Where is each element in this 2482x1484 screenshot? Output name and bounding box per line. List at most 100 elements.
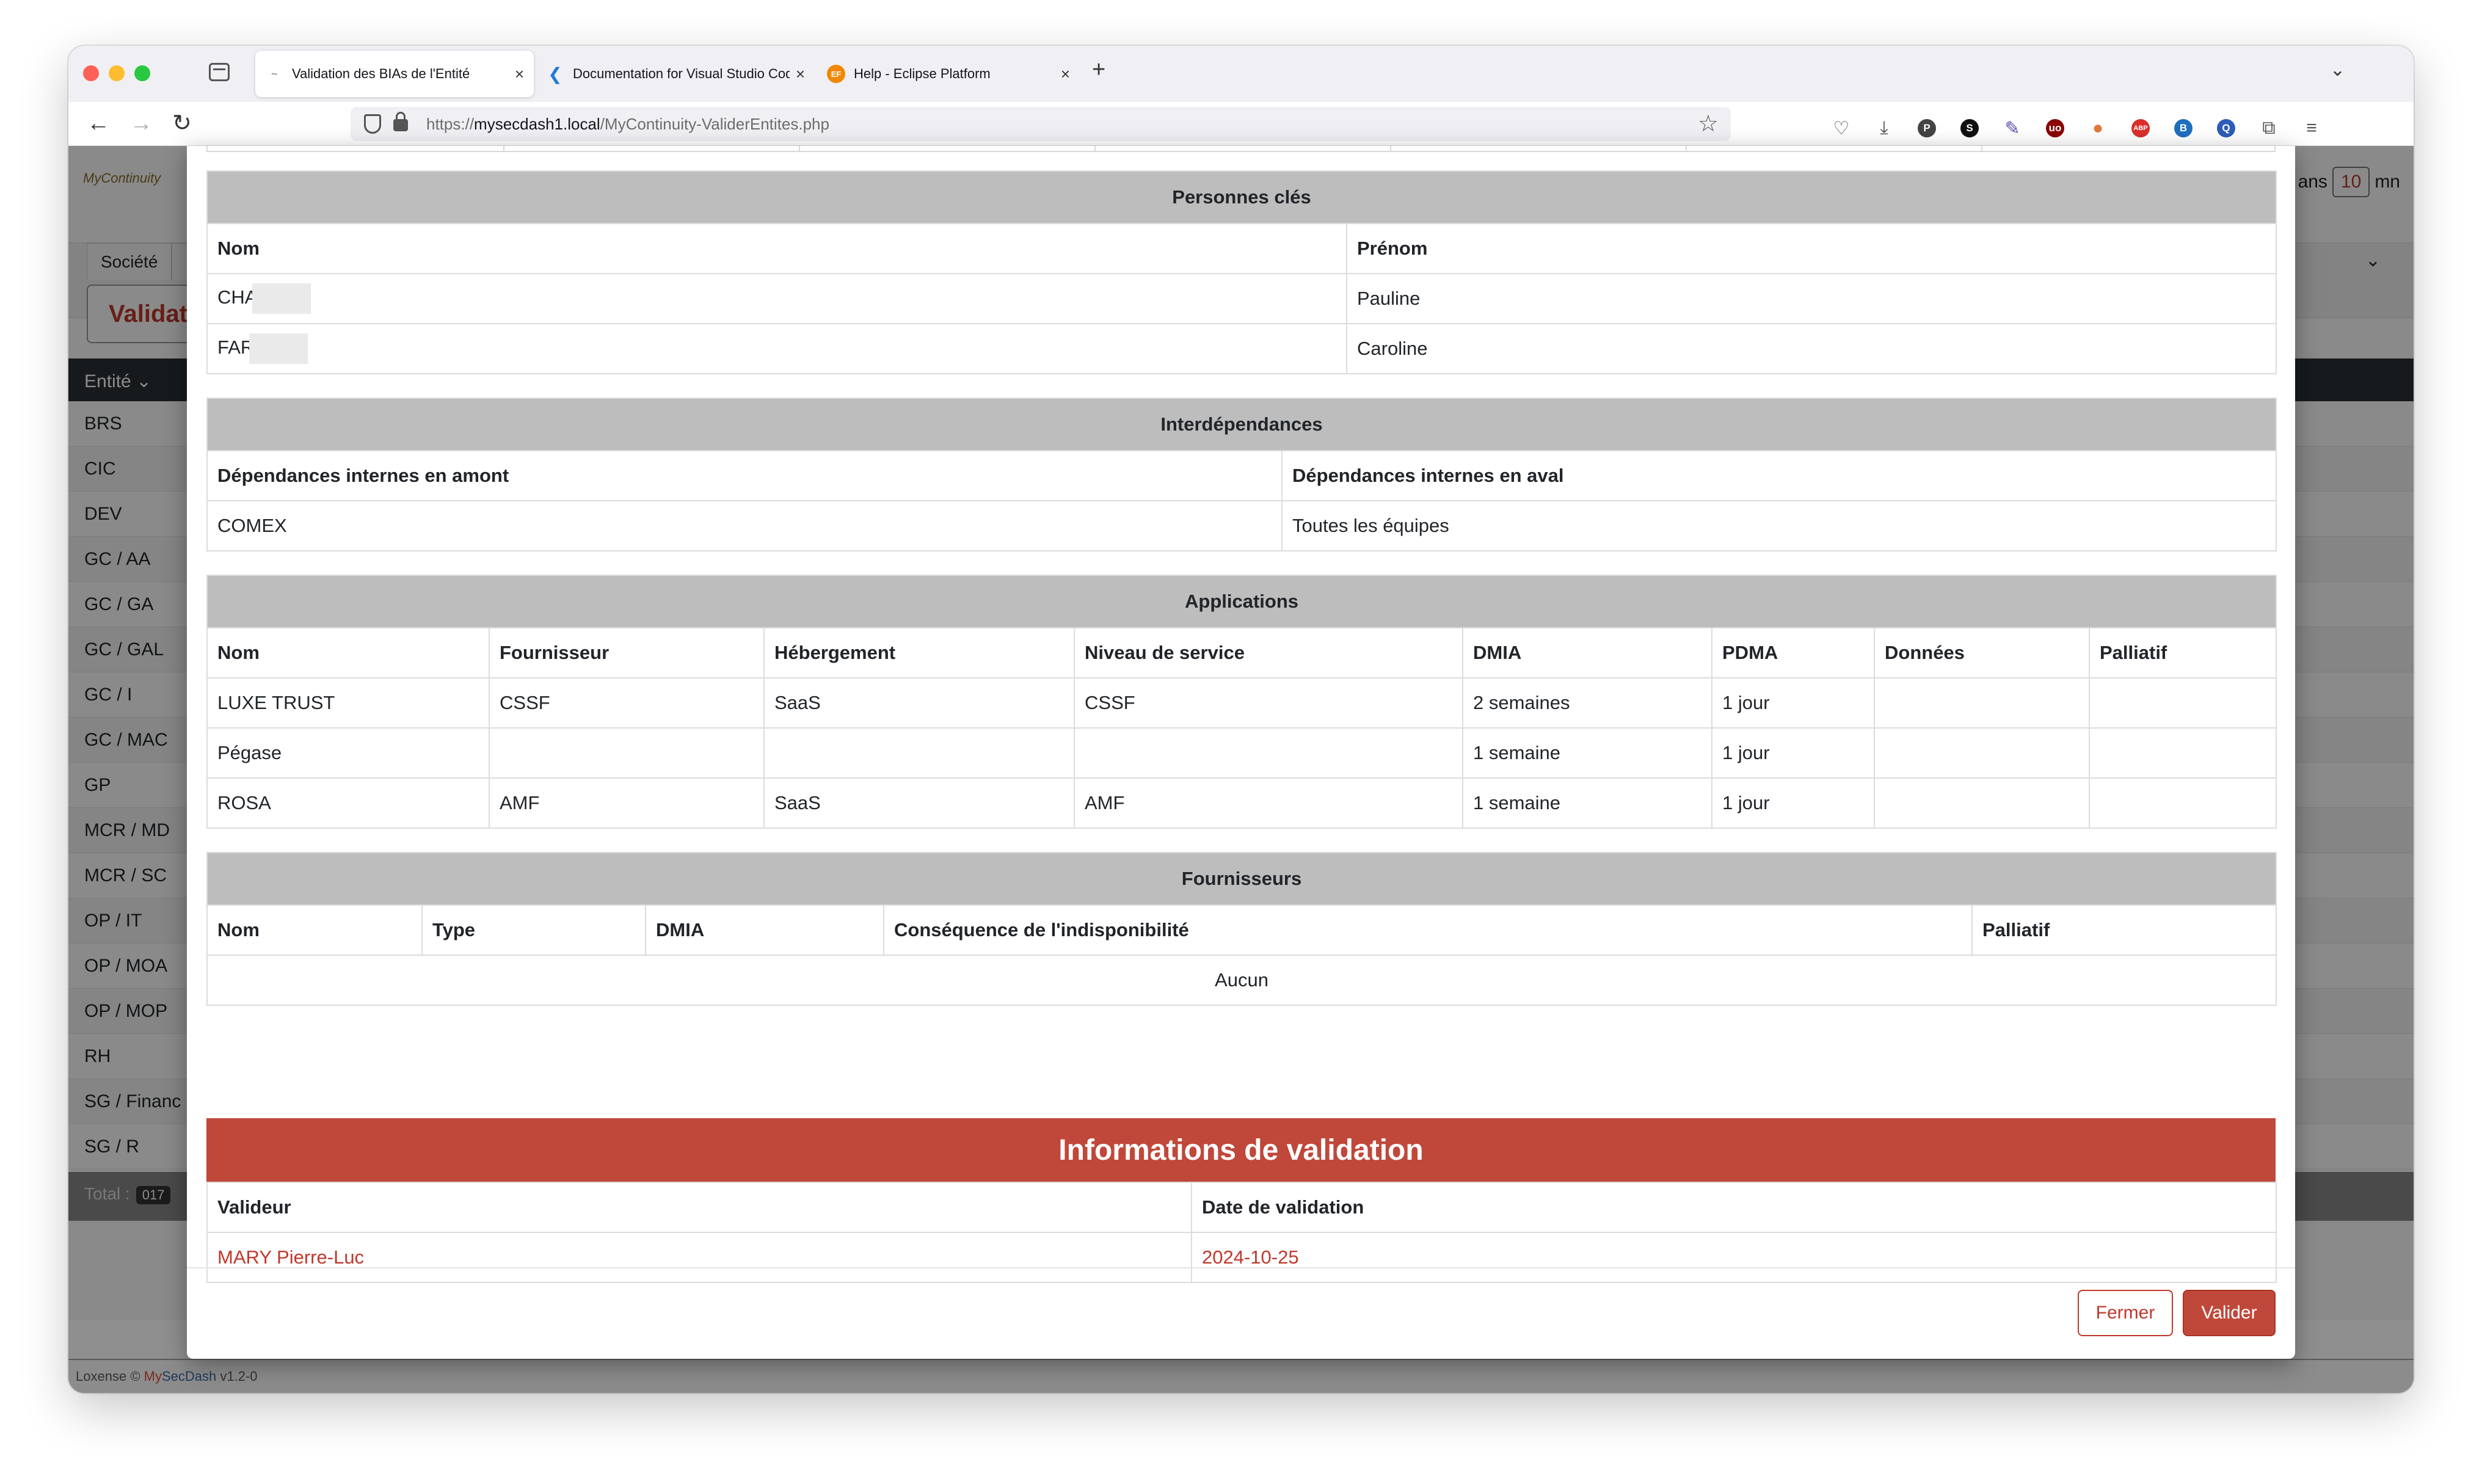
new-tab-plus-icon[interactable]: + <box>1092 57 1105 83</box>
redacted-block <box>252 283 311 314</box>
tracking-protection-shield-icon[interactable] <box>364 114 381 134</box>
column-header: Valideur <box>206 1182 1192 1233</box>
url-path: /MyContinuity-ValiderEntites.php <box>600 115 829 133</box>
table-cell <box>2088 677 2277 729</box>
table-cell <box>489 727 765 779</box>
eclipse-favicon-icon: EF <box>827 65 845 83</box>
table-cell: AMF <box>489 777 765 829</box>
tab-label: Validation des BIAs de l'Entité <box>292 66 470 81</box>
column-header: Nom <box>206 627 490 678</box>
column-header: Hébergement <box>763 627 1075 678</box>
navigation-bar: ← → ↻ https://mysecdash1.local/MyContinu… <box>68 102 2414 146</box>
column-header: PDMA <box>1711 627 1875 678</box>
table-cell: 1 semaine <box>1462 727 1712 779</box>
validate-button[interactable]: Valider <box>2183 1290 2276 1336</box>
ublock-icon[interactable]: uo <box>2046 119 2064 137</box>
table-cell: 1 jour <box>1711 677 1875 729</box>
footer-version: v1.2-0 <box>220 1369 258 1384</box>
url-scheme: https:// <box>426 115 475 133</box>
tab-close-icon[interactable]: × <box>1061 65 1070 84</box>
key-people-table: Personnes clés Nom Prénom CHA Pauline FA… <box>206 170 2277 374</box>
table-cell: CSSF <box>489 677 765 729</box>
pocket-icon[interactable]: ♡ <box>1832 118 1851 139</box>
table-cell: LUXE TRUST <box>206 677 490 729</box>
download-icon[interactable]: ⤓ <box>1875 118 1893 138</box>
puzzle-extensions-icon[interactable]: ⧉ <box>2260 118 2278 138</box>
eyedropper-icon[interactable]: ✎ <box>2003 118 2022 139</box>
list-all-tabs-chevron-icon[interactable]: ⌄ <box>2330 59 2345 81</box>
column-header: Fournisseur <box>489 627 765 678</box>
lock-icon[interactable] <box>393 112 408 131</box>
footer-product-secdash: SecDash <box>161 1369 217 1384</box>
table-cell: FAR <box>206 323 1347 374</box>
vscode-favicon-icon: ❮ <box>548 64 562 84</box>
window-minimize-button[interactable] <box>109 65 125 81</box>
adblock-plus-icon[interactable]: ABP <box>2131 119 2150 137</box>
window-zoom-button[interactable] <box>134 65 150 81</box>
footer-product-my: My <box>144 1369 162 1384</box>
tab-vscode-docs[interactable]: ❮ Documentation for Visual Studio Code × <box>536 51 815 97</box>
previous-table-bottom-edge <box>206 146 2276 152</box>
table-cell <box>1074 727 1463 779</box>
table-cell: CHA <box>206 273 1347 324</box>
tab-overview-icon[interactable] <box>209 63 230 81</box>
tab-strip: ~ Validation des BIAs de l'Entité × ❮ Do… <box>68 46 2414 102</box>
validation-info-title: Informations de validation <box>206 1118 2276 1182</box>
q-extension-icon[interactable]: Q <box>2217 119 2235 137</box>
table-cell: AMF <box>1074 777 1463 829</box>
modal-body[interactable]: Personnes clés Nom Prénom CHA Pauline FA… <box>187 146 2295 1283</box>
bookmark-star-icon[interactable]: ☆ <box>1698 111 1719 137</box>
close-button[interactable]: Fermer <box>2078 1290 2173 1336</box>
column-header: Dépendances internes en amont <box>206 450 1283 501</box>
page-footer: Loxense © MySecDash v1.2-0 <box>68 1359 2414 1393</box>
column-header: Conséquence de l'indisponibilité <box>883 904 1973 956</box>
table-cell: SaaS <box>763 677 1075 729</box>
address-bar[interactable]: https://mysecdash1.local/MyContinuity-Va… <box>351 107 1731 141</box>
footer-company: Loxense <box>76 1369 127 1384</box>
window-close-button[interactable] <box>83 65 99 81</box>
tab-validation-bias[interactable]: ~ Validation des BIAs de l'Entité × <box>255 51 534 97</box>
table-cell <box>2088 727 2277 779</box>
column-header: Niveau de service <box>1074 627 1463 678</box>
column-header: Prénom <box>1346 223 2277 274</box>
column-header: DMIA <box>1462 627 1712 678</box>
interdependencies-table: Interdépendances Dépendances internes en… <box>206 398 2277 551</box>
table-cell <box>763 727 1075 779</box>
redacted-block <box>249 333 308 364</box>
tab-close-icon[interactable]: × <box>515 65 524 84</box>
interdependencies-title: Interdépendances <box>206 398 2277 451</box>
url-text[interactable]: https://mysecdash1.local/MyContinuity-Va… <box>426 114 829 134</box>
applications-table: Applications Nom Fournisseur Hébergement Ni… <box>206 575 2277 829</box>
table-row: LUXE TRUST CSSF SaaS CSSF 2 semaines 1 jour <box>206 677 2277 729</box>
p-extension-icon[interactable]: P <box>1918 119 1936 137</box>
table-row: ROSA AMF SaaS AMF 1 semaine 1 jour <box>206 777 2277 829</box>
tab-eclipse-help[interactable]: EF Help - Eclipse Platform × <box>817 51 1080 97</box>
table-cell: ROSA <box>206 777 490 829</box>
table-cell <box>2088 777 2277 829</box>
table-cell: 1 semaine <box>1462 777 1712 829</box>
modal-footer: Fermer Valider <box>187 1267 2295 1359</box>
reload-icon[interactable]: ↻ <box>172 109 192 137</box>
column-header: Nom <box>206 904 423 956</box>
table-cell: Pauline <box>1346 273 2277 324</box>
copyright-icon: © <box>130 1369 144 1384</box>
table-cell: SaaS <box>763 777 1075 829</box>
back-arrow-icon[interactable]: ← <box>87 109 110 137</box>
bia-validation-modal: Personnes clés Nom Prénom CHA Pauline FA… <box>187 146 2295 1359</box>
forward-arrow-icon[interactable]: → <box>129 109 153 137</box>
column-header: Dépendances internes en aval <box>1281 450 2277 501</box>
tab-close-icon[interactable]: × <box>796 65 805 84</box>
menu-icon[interactable]: ≡ <box>2302 118 2321 138</box>
tab-label: Help - Eclipse Platform <box>854 66 991 81</box>
suppliers-title: Fournisseurs <box>206 852 2277 906</box>
table-cell: 1 jour <box>1711 777 1875 829</box>
key-people-title: Personnes clés <box>206 170 2277 224</box>
s-extension-icon[interactable]: S <box>1960 119 1979 137</box>
table-row: Aucun <box>206 955 2277 1006</box>
cookie-extension-icon[interactable]: ● <box>2089 118 2107 138</box>
table-cell: Caroline <box>1346 323 2277 374</box>
table-cell: CSSF <box>1074 677 1463 729</box>
table-cell: 2 semaines <box>1462 677 1712 729</box>
bitwarden-icon[interactable]: B <box>2174 119 2193 137</box>
table-cell <box>1874 777 2090 829</box>
